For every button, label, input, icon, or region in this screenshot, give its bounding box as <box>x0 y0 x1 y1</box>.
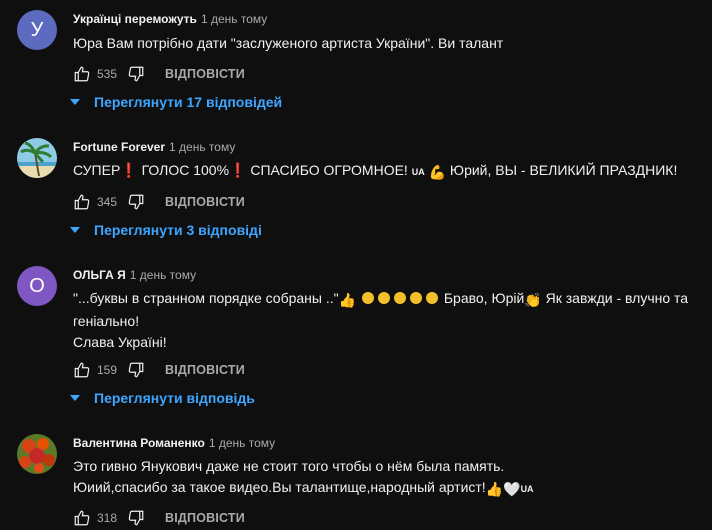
rofl-emoji-icon <box>425 292 438 304</box>
comment-segment: Браво, Юрій <box>439 290 525 306</box>
clapping-hands-icon: 👏 <box>524 292 542 308</box>
avatar-letter: У <box>30 18 44 41</box>
comment-actions: 318 ВІДПОВІСТИ <box>73 506 245 530</box>
reply-button[interactable]: ВІДПОВІСТИ <box>165 363 245 377</box>
comment-segment: СПАСИБО ОГРОМНОЕ! <box>246 162 412 178</box>
comment-text: "...буквы в странном порядке собраны .."… <box>73 288 706 353</box>
thumbs-down-icon[interactable] <box>127 509 145 527</box>
red-flowers-image <box>17 434 57 474</box>
view-replies-button[interactable]: Переглянути 17 відповідей <box>68 90 282 114</box>
reply-button[interactable]: ВІДПОВІСТИ <box>165 67 245 81</box>
chevron-down-icon <box>68 391 82 405</box>
ua-flag-icon: UA <box>411 167 425 177</box>
comment-segment: Як завжди - влучно та <box>541 290 689 306</box>
comment-header: Українці переможуть 1 день тому <box>73 12 267 26</box>
comment-actions: 535 ВІДПОВІСТИ <box>73 62 245 86</box>
comment-text: Юра Вам потрібно дати "заслуженого артис… <box>73 33 706 54</box>
thumbs-up-emoji-icon: 👍 <box>485 481 504 497</box>
chevron-down-icon <box>68 223 82 237</box>
comment-actions: 345 ВІДПОВІСТИ <box>73 190 245 214</box>
palm-beach-image <box>17 138 57 178</box>
flexed-biceps-icon: 💪 <box>428 164 447 180</box>
exclamation-icon: ❗ <box>229 162 247 178</box>
comment-line: геніально! <box>73 313 140 329</box>
rofl-emoji-icon <box>409 292 422 304</box>
view-replies-label: Переглянути 17 відповідей <box>94 94 283 110</box>
avatar[interactable] <box>17 434 57 474</box>
comment-actions: 159 ВІДПОВІСТИ <box>73 358 245 382</box>
avatar[interactable]: О <box>17 266 57 306</box>
thumbs-up-icon[interactable] <box>73 193 91 211</box>
comment-header: Валентина Романенко 1 день тому <box>73 436 275 450</box>
comment-text: СУПЕР❗ ГОЛОС 100%❗ СПАСИБО ОГРОМНОЕ! UA … <box>73 160 706 183</box>
thumbs-down-icon[interactable] <box>127 361 145 379</box>
avatar[interactable]: У <box>17 10 57 50</box>
comment-segment: ГОЛОС 100% <box>137 162 230 178</box>
view-replies-button[interactable]: Переглянути 3 відповіді <box>68 218 262 242</box>
comment-time[interactable]: 1 день тому <box>209 436 275 450</box>
comment-line: Юра Вам потрібно дати "заслуженого артис… <box>73 35 504 51</box>
thumbs-up-icon[interactable] <box>73 65 91 83</box>
thumbs-down-icon[interactable] <box>127 193 145 211</box>
white-heart-icon: 🤍 <box>503 481 521 497</box>
chevron-down-icon <box>68 95 82 109</box>
comment-segment: "...буквы в странном порядке собраны .." <box>73 290 339 306</box>
laughing-emoji-icon <box>361 292 374 304</box>
thumbs-up-emoji-icon: 👍 <box>338 292 357 308</box>
like-count: 535 <box>97 67 118 81</box>
view-replies-button[interactable]: Переглянути відповідь <box>68 386 255 410</box>
like-count: 345 <box>97 195 118 209</box>
reply-button[interactable]: ВІДПОВІСТИ <box>165 195 245 209</box>
comment-line: Слава Україні! <box>73 334 167 350</box>
view-replies-label: Переглянути відповідь <box>94 390 255 406</box>
author-name[interactable]: ОЛЬГА Я <box>73 268 126 282</box>
comment-text: Это гивно Янукович даже не стоит того чт… <box>73 456 706 500</box>
ua-flag-icon: UA <box>520 484 534 494</box>
comment-time[interactable]: 1 день тому <box>201 12 267 26</box>
comment-line: Юиий,спасибо за такое видео.Вы талантище… <box>73 477 706 500</box>
comment-segment: СУПЕР <box>73 162 121 178</box>
comment-segment: Юиий,спасибо за такое видео.Вы талантище… <box>73 479 486 495</box>
like-count: 318 <box>97 511 118 525</box>
comment-header: ОЛЬГА Я 1 день тому <box>73 268 196 282</box>
reply-button[interactable]: ВІДПОВІСТИ <box>165 511 245 525</box>
comment-time[interactable]: 1 день тому <box>169 140 235 154</box>
comment-line: "...буквы в странном порядке собраны .."… <box>73 288 706 311</box>
exclamation-icon: ❗ <box>120 162 138 178</box>
rofl-emoji-icon <box>393 292 406 304</box>
comment-time[interactable]: 1 день тому <box>130 268 196 282</box>
thumbs-down-icon[interactable] <box>127 65 145 83</box>
comment-segment: Юрий, ВЫ - ВЕЛИКИЙ ПРАЗДНИК! <box>446 162 678 178</box>
author-name[interactable]: Валентина Романенко <box>73 436 205 450</box>
rofl-emoji-icon <box>377 292 390 304</box>
avatar-letter: О <box>29 274 45 297</box>
comment-line: Это гивно Янукович даже не стоит того чт… <box>73 458 505 474</box>
like-count: 159 <box>97 363 118 377</box>
avatar[interactable] <box>17 138 57 178</box>
comment-header: Fortune Forever 1 день тому <box>73 140 235 154</box>
author-name[interactable]: Українці переможуть <box>73 12 197 26</box>
thumbs-up-icon[interactable] <box>73 509 91 527</box>
thumbs-up-icon[interactable] <box>73 361 91 379</box>
author-name[interactable]: Fortune Forever <box>73 140 165 154</box>
view-replies-label: Переглянути 3 відповіді <box>94 222 262 238</box>
